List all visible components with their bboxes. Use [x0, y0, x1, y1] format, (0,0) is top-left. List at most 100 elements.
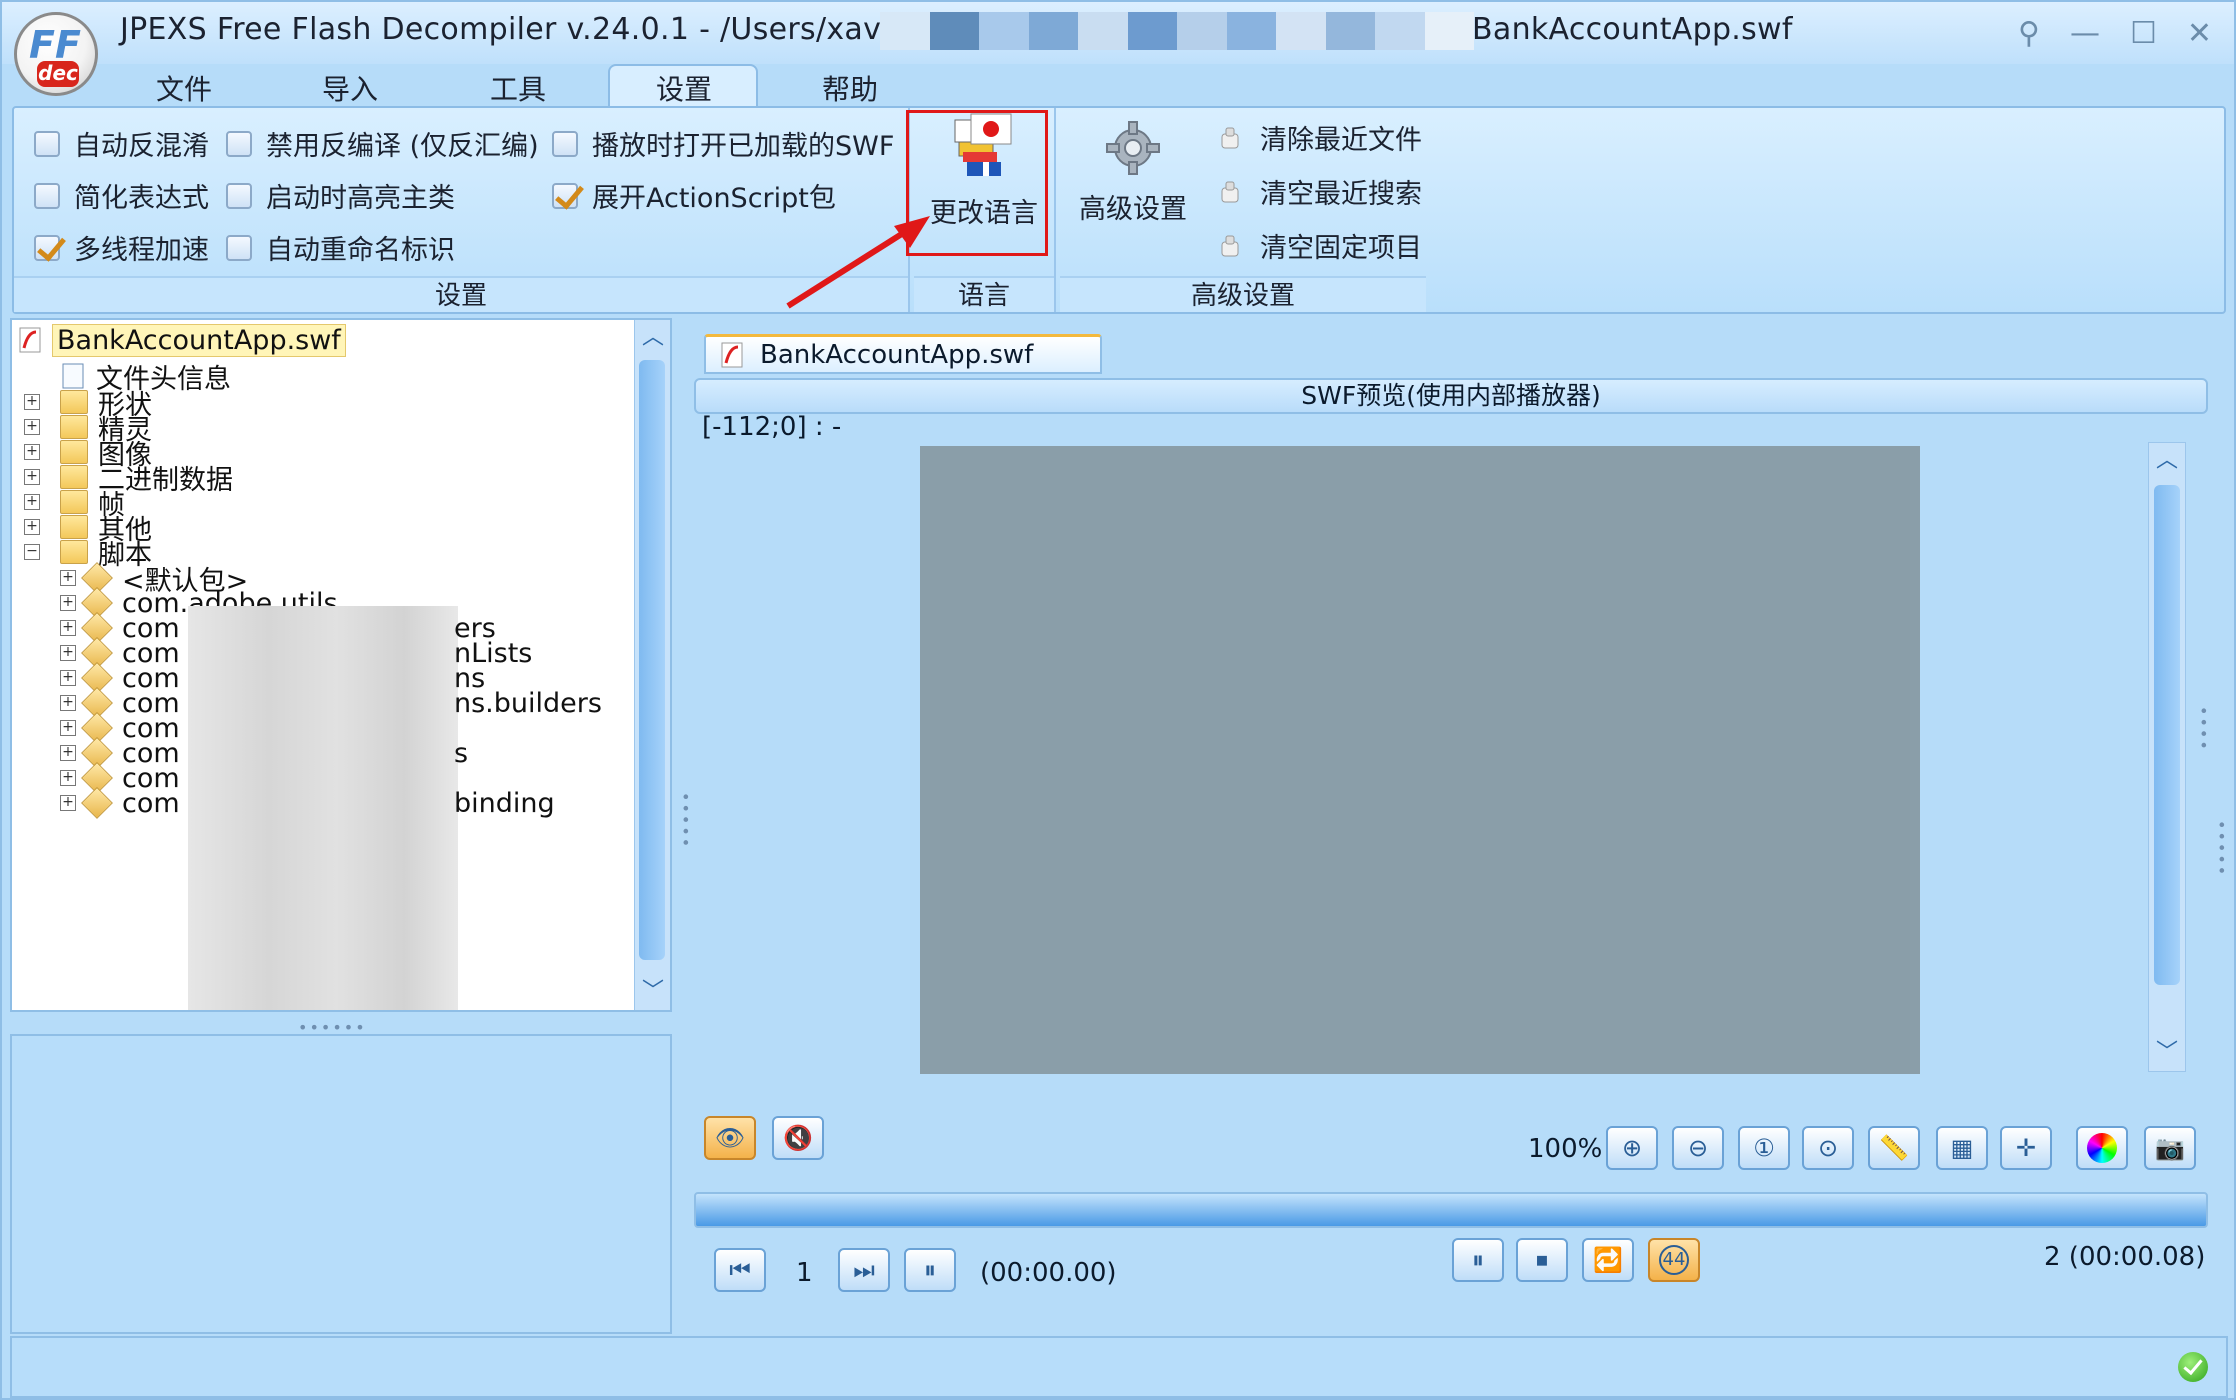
expand-icon[interactable]: + — [24, 494, 40, 510]
clear-recent-searches-button[interactable]: 清空最近搜索 — [1216, 172, 1422, 211]
checkbox-highlight-main-class[interactable]: 启动时高亮主类 — [226, 176, 455, 215]
ribbon: 自动反混淆 禁用反编译 (仅反汇编) 播放时打开已加载的SWF 简化表达式 启动… — [12, 106, 2226, 314]
tree-root-label: BankAccountApp.swf — [52, 323, 346, 357]
show-preview-button[interactable]: 👁 — [704, 1116, 756, 1160]
pause-button[interactable]: ⏸ — [1452, 1238, 1504, 1282]
checkbox-auto-deobfuscate[interactable]: 自动反混淆 — [34, 124, 209, 163]
checkbox-box[interactable] — [34, 130, 60, 157]
checkbox-multithreading[interactable]: 多线程加速 — [34, 228, 209, 267]
checkbox-box[interactable] — [226, 182, 252, 209]
scroll-down-icon[interactable]: ﹀ — [635, 974, 670, 1010]
mute-button[interactable]: 🔇 — [772, 1116, 824, 1160]
loop-button[interactable]: 🔁 — [1582, 1238, 1634, 1282]
color-picker-button[interactable] — [2076, 1126, 2128, 1170]
settings-group-label: 设置 — [14, 276, 908, 312]
expand-icon[interactable]: + — [24, 444, 40, 460]
checkbox-box-checked[interactable] — [34, 234, 60, 261]
snapshot-button[interactable]: 📷 — [2144, 1126, 2196, 1170]
gear-icon — [1106, 121, 1160, 175]
expand-icon[interactable]: + — [60, 670, 76, 686]
expand-icon[interactable]: + — [24, 419, 40, 435]
collapse-icon[interactable]: − — [24, 544, 40, 560]
timeline-progress[interactable] — [694, 1192, 2208, 1228]
minimize-icon[interactable]: — — [2070, 16, 2100, 51]
status-bar — [10, 1336, 2228, 1398]
checkbox-box[interactable] — [226, 234, 252, 261]
zoom-out-button[interactable]: ⊖ — [1672, 1126, 1724, 1170]
goto-frame-button[interactable]: ⏸ — [904, 1248, 956, 1292]
checkbox-box[interactable] — [226, 130, 252, 157]
checkbox-auto-rename[interactable]: 自动重命名标识 — [226, 228, 455, 267]
tree-package[interactable]: + com — [60, 785, 180, 821]
expand-icon[interactable]: + — [60, 695, 76, 711]
zoom-100-icon: ① — [1753, 1134, 1775, 1162]
tree-scrollbar[interactable]: ︿ ﹀ — [634, 320, 670, 1010]
guides-button[interactable]: ✛ — [2000, 1126, 2052, 1170]
menu-help[interactable]: 帮助 — [822, 68, 878, 108]
menu-settings[interactable]: 设置 — [656, 68, 712, 108]
total-frames-time: 2 (00:00.08) — [2044, 1242, 2206, 1272]
grid-button[interactable]: ▦ — [1936, 1126, 1988, 1170]
details-panel — [10, 1034, 672, 1334]
clear-recent-files-button[interactable]: 清除最近文件 — [1216, 118, 1422, 157]
zoom-in-button[interactable]: ⊕ — [1606, 1126, 1658, 1170]
expand-icon[interactable]: + — [24, 519, 40, 535]
splitter-handle-right2[interactable]: ••••• — [2212, 820, 2231, 877]
clear-recent-searches-label: 清空最近搜索 — [1260, 179, 1422, 210]
checkbox-expand-as-packages[interactable]: 展开ActionScript包 — [552, 176, 836, 215]
package-suffix: binding — [454, 787, 555, 819]
expand-icon[interactable]: + — [60, 795, 76, 811]
scroll-up-icon[interactable]: ︿ — [2149, 443, 2185, 479]
title-bar: FF dec JPEXS Free Flash Decompiler v.24.… — [2, 2, 2234, 96]
fps-button[interactable]: 44 — [1648, 1238, 1700, 1282]
expand-icon[interactable]: + — [60, 620, 76, 636]
file-tab[interactable]: BankAccountApp.swf — [704, 334, 1102, 374]
menu-import[interactable]: 导入 — [322, 68, 378, 108]
scroll-down-icon[interactable]: ﹀ — [2149, 1035, 2185, 1071]
window-title: JPEXS Free Flash Decompiler v.24.0.1 - /… — [120, 12, 1792, 47]
package-suffix: s — [454, 737, 469, 769]
zoom-fit-button[interactable]: ⊙ — [1802, 1126, 1854, 1170]
close-icon[interactable]: ✕ — [2187, 16, 2212, 51]
menu-file[interactable]: 文件 — [156, 68, 212, 108]
checkbox-box[interactable] — [552, 130, 578, 157]
menu-tools[interactable]: 工具 — [490, 68, 546, 108]
maximize-icon[interactable]: ☐ — [2130, 16, 2157, 51]
expand-icon[interactable]: + — [60, 570, 76, 586]
expand-icon[interactable]: + — [60, 720, 76, 736]
scroll-thumb[interactable] — [2154, 485, 2180, 985]
expand-icon[interactable]: + — [60, 770, 76, 786]
pin-icon[interactable]: ⚲ — [2018, 16, 2040, 51]
next-frame-button[interactable]: ⏭ — [838, 1248, 890, 1292]
expand-icon[interactable]: + — [24, 469, 40, 485]
expand-icon[interactable]: + — [24, 394, 40, 410]
zoom-level: 100% — [1528, 1134, 1603, 1164]
checkbox-box-checked[interactable] — [552, 182, 578, 209]
scroll-thumb[interactable] — [639, 360, 665, 960]
swf-stage[interactable] — [920, 446, 1920, 1074]
previous-frame-button[interactable]: ⏮ — [714, 1248, 766, 1292]
checkbox-label: 自动反混淆 — [74, 131, 209, 162]
zoom-actual-button[interactable]: ① — [1738, 1126, 1790, 1170]
flash-file-icon — [19, 327, 41, 353]
zoom-in-icon: ⊕ — [1621, 1134, 1643, 1162]
splitter-handle-vertical[interactable]: ••••• — [676, 792, 695, 849]
checkbox-box[interactable] — [34, 182, 60, 209]
preview-scrollbar[interactable]: ︿ ﹀ — [2148, 442, 2186, 1072]
expand-icon[interactable]: + — [60, 645, 76, 661]
file-tab-label: BankAccountApp.swf — [760, 339, 1034, 370]
ruler-button[interactable]: 📏 — [1868, 1126, 1920, 1170]
advanced-settings-button[interactable]: 高级设置 — [1068, 116, 1198, 226]
expand-icon[interactable]: + — [60, 745, 76, 761]
checkbox-open-loaded-swf[interactable]: 播放时打开已加载的SWF — [552, 124, 894, 163]
splitter-handle-right[interactable]: •••• — [2194, 706, 2213, 752]
tree-root[interactable]: BankAccountApp.swf — [18, 322, 346, 358]
fps-badge: 44 — [1659, 1245, 1689, 1275]
checkbox-simplify-expressions[interactable]: 简化表达式 — [34, 176, 209, 215]
expand-icon[interactable]: + — [60, 595, 76, 611]
checkbox-disable-decompile[interactable]: 禁用反编译 (仅反汇编) — [226, 124, 539, 163]
stop-button[interactable]: ⏹ — [1516, 1238, 1568, 1282]
ffdec-logo: FF dec — [14, 12, 98, 96]
clear-pinned-items-button[interactable]: 清空固定项目 — [1216, 226, 1422, 265]
scroll-up-icon[interactable]: ︿ — [635, 320, 670, 356]
